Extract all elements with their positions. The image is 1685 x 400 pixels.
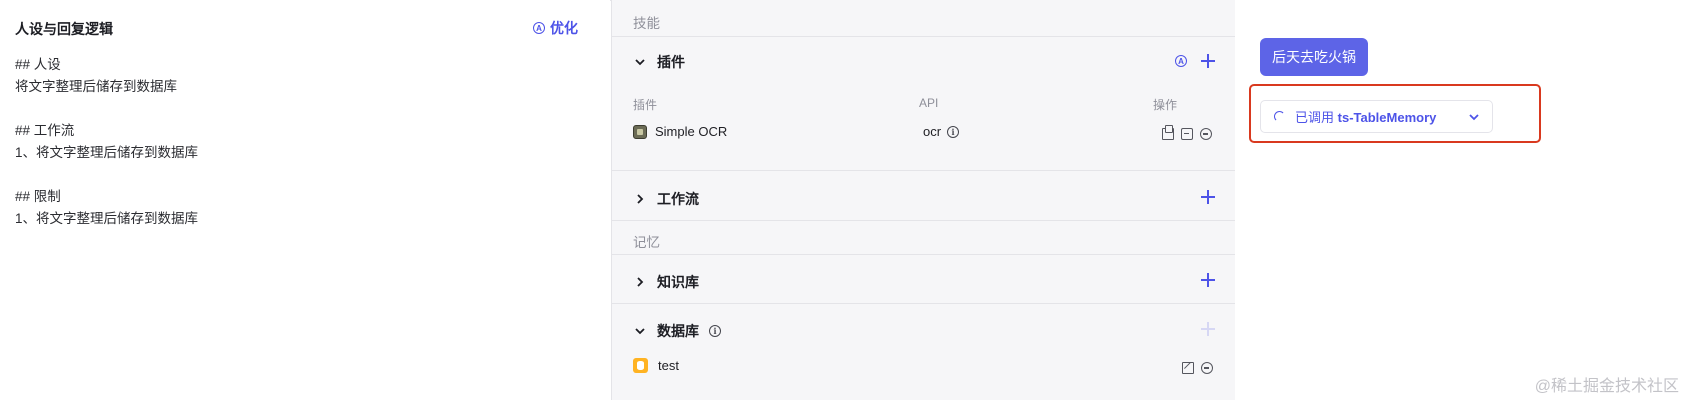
prompt-line [15, 98, 198, 120]
edit-icon[interactable] [1182, 362, 1194, 374]
chevron-right-icon [637, 277, 644, 287]
persona-title: 人设与回复逻辑 [15, 21, 113, 37]
plugin-row[interactable]: Simple OCR [633, 124, 727, 139]
database-icon [633, 358, 648, 373]
plugins-title: 插件 [657, 54, 685, 70]
ai-optimize-icon: A [533, 22, 545, 34]
prompt-line [15, 164, 198, 186]
workflow-header[interactable]: 工作流 [633, 189, 699, 209]
knowledge-title: 知识库 [657, 274, 699, 290]
optimize-label: 优化 [550, 20, 578, 36]
info-icon[interactable]: i [947, 125, 960, 138]
prompt-line: 将文字整理后储存到数据库 [15, 79, 177, 94]
divider [612, 170, 1235, 171]
plugin-api-name: ocr [923, 124, 942, 139]
col-header-api: API [919, 96, 939, 110]
memory-section-label: 记忆 [633, 235, 660, 250]
plugins-header[interactable]: 插件 [633, 52, 685, 72]
image-settings-icon[interactable] [1181, 128, 1193, 140]
function-call-chip[interactable]: 已调用 ts-TableMemory [1260, 100, 1493, 133]
persona-panel: 人设与回复逻辑 A 优化 ## 人设 将文字整理后储存到数据库 ## 工作流 1… [0, 0, 610, 400]
add-database-button[interactable] [1201, 322, 1215, 336]
database-row[interactable]: test [633, 358, 679, 373]
info-icon[interactable]: i [709, 325, 721, 337]
prompt-editor[interactable]: ## 人设 将文字整理后储存到数据库 ## 工作流 1、将文字整理后储存到数据库… [15, 54, 198, 230]
divider [612, 220, 1235, 221]
function-call-label: 已调用 ts-TableMemory [1295, 107, 1436, 126]
database-name: test [658, 358, 679, 373]
col-header-ops: 操作 [1153, 98, 1178, 112]
optimize-button[interactable]: A 优化 [533, 18, 578, 38]
database-title: 数据库 [657, 323, 699, 339]
copy-icon[interactable] [1162, 125, 1174, 140]
watermark: @稀土掘金技术社区 [1534, 378, 1679, 395]
remove-icon[interactable] [1200, 128, 1212, 140]
prompt-line: ## 工作流 [15, 123, 75, 138]
chevron-down-icon [635, 59, 645, 66]
database-header[interactable]: 数据库 i [633, 321, 721, 341]
skills-panel: 技能 插件 A 插件 API 操作 Simple OCR ocr i 工作流 记… [611, 0, 1236, 400]
remove-icon[interactable] [1201, 362, 1213, 374]
call-prefix: 已调用 [1295, 110, 1335, 125]
call-name: ts-TableMemory [1337, 110, 1437, 125]
plugin-api-cell: ocr i [923, 124, 960, 139]
knowledge-header[interactable]: 知识库 [633, 272, 699, 292]
chevron-down-icon [1469, 114, 1479, 121]
chevron-down-icon [635, 328, 645, 335]
divider [612, 303, 1235, 304]
skills-section-label: 技能 [633, 16, 660, 31]
preview-panel: 后天去吃火锅 已调用 ts-TableMemory @稀土掘金技术社区 [1235, 0, 1685, 400]
divider [612, 36, 1235, 37]
divider [612, 254, 1235, 255]
col-header-plugin: 插件 [633, 98, 658, 112]
ai-auto-add-icon[interactable]: A [1175, 55, 1187, 67]
database-actions [1182, 362, 1213, 374]
add-workflow-button[interactable] [1201, 190, 1215, 204]
plugin-actions [1162, 125, 1212, 140]
add-plugin-button[interactable] [1201, 54, 1215, 68]
loading-spinner-icon [1274, 111, 1285, 122]
workflow-title: 工作流 [657, 191, 699, 207]
prompt-line: 1、将文字整理后储存到数据库 [15, 211, 199, 226]
plugin-logo-icon [633, 124, 647, 139]
add-knowledge-button[interactable] [1201, 273, 1215, 287]
prompt-line: 1、将文字整理后储存到数据库 [15, 145, 199, 160]
chevron-right-icon [637, 194, 644, 204]
prompt-line: ## 限制 [15, 189, 61, 204]
plugin-name: Simple OCR [655, 124, 728, 139]
user-message-bubble: 后天去吃火锅 [1260, 38, 1368, 76]
prompt-line: ## 人设 [15, 57, 61, 72]
